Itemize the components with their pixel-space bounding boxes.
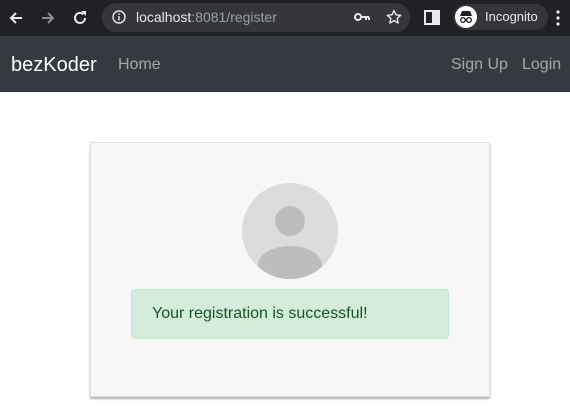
back-button[interactable] (4, 6, 28, 30)
side-panel-icon[interactable] (424, 10, 440, 25)
brand-link[interactable]: bezKoder (11, 54, 97, 76)
reload-button[interactable] (68, 6, 92, 30)
url-path: :8081/register (191, 9, 277, 25)
nav-login-link[interactable]: Login (522, 56, 561, 74)
forward-icon (42, 12, 55, 24)
forward-button[interactable] (36, 6, 60, 30)
key-icon[interactable] (354, 11, 370, 23)
menu-icon[interactable] (556, 10, 560, 26)
app-navbar: bezKoder Home Sign Up Login (0, 36, 570, 92)
back-icon (9, 12, 22, 24)
nav-signup-link[interactable]: Sign Up (451, 56, 508, 74)
profile-label: Incognito (485, 9, 538, 24)
reload-icon (74, 11, 86, 24)
star-icon[interactable] (386, 9, 402, 25)
address-bar[interactable]: localhost:8081/register (102, 3, 410, 32)
user-avatar-icon (242, 183, 338, 279)
info-icon[interactable] (112, 10, 126, 24)
incognito-icon (455, 6, 477, 28)
nav-home-link[interactable]: Home (118, 56, 161, 74)
url-text[interactable]: localhost:8081/register (136, 10, 277, 25)
register-card: Your registration is successful! (90, 142, 490, 397)
browser-toolbar: localhost:8081/register Incognito (0, 0, 570, 36)
success-alert: Your registration is successful! (131, 289, 449, 339)
url-host: localhost (136, 9, 192, 25)
incognito-profile-button[interactable]: Incognito (453, 4, 548, 30)
alert-message: Your registration is successful! (152, 305, 368, 322)
